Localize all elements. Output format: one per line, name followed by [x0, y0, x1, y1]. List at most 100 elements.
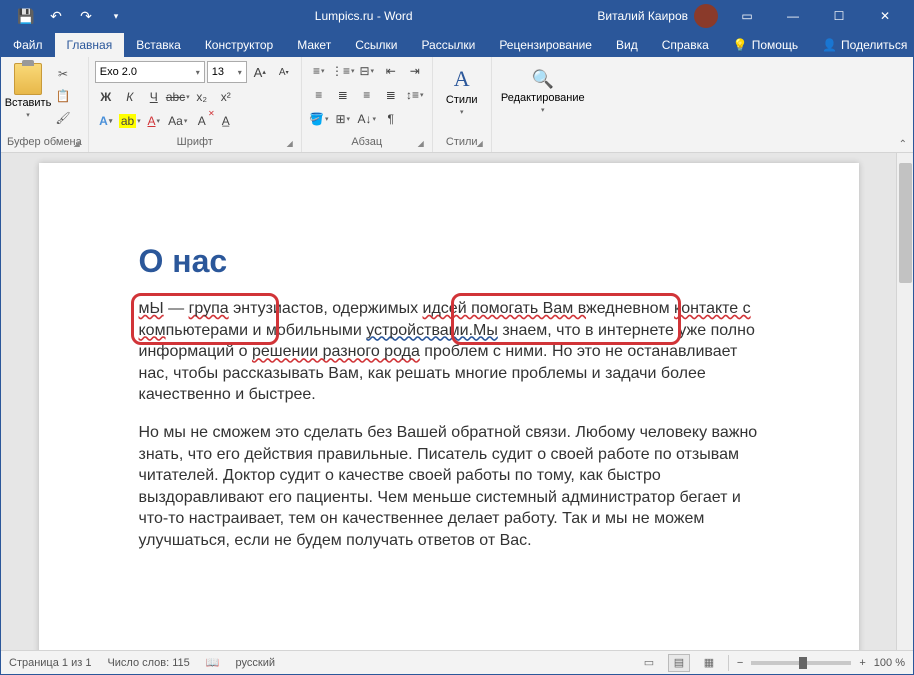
chevron-down-icon: ▾	[460, 108, 464, 116]
zoom-thumb[interactable]	[799, 657, 807, 669]
copy-icon[interactable]: 📋	[53, 87, 73, 105]
tab-home[interactable]: Главная	[55, 33, 125, 57]
share-button[interactable]: 👤Поделиться	[810, 33, 914, 57]
scrollbar-thumb[interactable]	[899, 163, 912, 283]
bold-icon[interactable]: Ж	[95, 87, 117, 107]
dialog-launcher-icon[interactable]: ◢	[477, 139, 483, 148]
tab-design[interactable]: Конструктор	[193, 33, 285, 57]
dialog-launcher-icon[interactable]: ◢	[287, 139, 293, 148]
status-word-count[interactable]: Число слов: 115	[107, 657, 189, 669]
shrink-font-icon[interactable]: A▾	[273, 62, 295, 82]
change-case-icon[interactable]: Aa	[167, 111, 189, 131]
align-right-icon[interactable]: ≡	[356, 85, 378, 105]
user-name: Виталий Каиров	[597, 9, 688, 23]
lightbulb-icon: 💡	[733, 38, 748, 52]
tab-review[interactable]: Рецензирование	[487, 33, 604, 57]
zoom-out-icon[interactable]: −	[737, 657, 743, 669]
multilevel-list-icon[interactable]: ⊟	[356, 61, 378, 81]
dialog-launcher-icon[interactable]: ◢	[74, 139, 80, 148]
show-marks-icon[interactable]: ¶	[380, 109, 402, 129]
doc-paragraph-1: мЫ — група энтузиастов, одержимых идсей …	[139, 298, 759, 406]
window-controls: — ☐ ✕	[770, 1, 908, 31]
avatar	[694, 4, 718, 28]
group-paragraph: ≡ ⋮≡ ⊟ ⇤ ⇥ ≡ ≣ ≡ ≣ ↕≡ 🪣	[302, 57, 433, 152]
format-painter-icon[interactable]: 🖌	[53, 109, 73, 127]
character-border-icon[interactable]: A̲	[215, 111, 237, 131]
text-effects-icon[interactable]: A	[95, 111, 117, 131]
vertical-scrollbar[interactable]	[896, 153, 913, 650]
chevron-down-icon: ▾	[26, 111, 30, 119]
cut-icon[interactable]: ✂	[53, 65, 73, 83]
search-icon: 🔍	[532, 69, 554, 90]
redo-icon[interactable]: ↷	[74, 4, 98, 28]
read-mode-icon[interactable]: ▭	[638, 654, 660, 672]
zoom-slider[interactable]	[751, 661, 851, 665]
group-clipboard: Вставить ▾ ✂ 📋 🖌 Буфер обмена◢	[1, 57, 89, 152]
align-center-icon[interactable]: ≣	[332, 85, 354, 105]
group-label-font: Шрифт◢	[95, 134, 295, 150]
shading-icon[interactable]: 🪣	[308, 109, 330, 129]
separator	[728, 655, 729, 671]
help-button[interactable]: 💡Помощь	[721, 33, 810, 57]
paste-button[interactable]: Вставить ▾	[7, 61, 49, 121]
doc-heading: О нас	[139, 243, 759, 280]
tab-view[interactable]: Вид	[604, 33, 650, 57]
qat-customize-icon[interactable]: ▾	[104, 4, 128, 28]
subscript-icon[interactable]: x₂	[191, 87, 213, 107]
tab-mailings[interactable]: Рассылки	[409, 33, 487, 57]
borders-icon[interactable]: ⊞	[332, 109, 354, 129]
close-icon[interactable]: ✕	[862, 1, 908, 31]
user-account[interactable]: Виталий Каиров	[591, 4, 724, 28]
clear-formatting-icon[interactable]: A✕	[191, 111, 213, 131]
sort-icon[interactable]: A↓	[356, 109, 378, 129]
ribbon-display-icon[interactable]: ▭	[724, 1, 770, 31]
styles-icon: A	[454, 66, 470, 92]
undo-icon[interactable]: ↶	[44, 4, 68, 28]
numbering-icon[interactable]: ⋮≡	[332, 61, 354, 81]
tab-file[interactable]: Файл	[1, 33, 55, 57]
italic-icon[interactable]: К	[119, 87, 141, 107]
collapse-ribbon-icon[interactable]: ⌃	[899, 139, 907, 150]
ribbon: Вставить ▾ ✂ 📋 🖌 Буфер обмена◢ Exo 2.0▾ …	[1, 57, 913, 153]
line-spacing-icon[interactable]: ↕≡	[404, 85, 426, 105]
align-left-icon[interactable]: ≡	[308, 85, 330, 105]
grow-font-icon[interactable]: A▴	[249, 62, 271, 82]
page-scroll[interactable]: О нас мЫ — група энтузиастов, одержимых …	[1, 153, 896, 650]
document-page[interactable]: О нас мЫ — група энтузиастов, одержимых …	[39, 163, 859, 650]
quick-access-toolbar: 💾 ↶ ↷ ▾	[6, 4, 136, 28]
font-name-combo[interactable]: Exo 2.0▾	[95, 61, 205, 83]
ribbon-tabs: Файл Главная Вставка Конструктор Макет С…	[1, 31, 913, 57]
superscript-icon[interactable]: x²	[215, 87, 237, 107]
zoom-level[interactable]: 100 %	[874, 657, 905, 669]
maximize-icon[interactable]: ☐	[816, 1, 862, 31]
minimize-icon[interactable]: —	[770, 1, 816, 31]
proofing-icon[interactable]: 📖	[206, 656, 220, 669]
window-title: Lumpics.ru - Word	[136, 9, 591, 23]
dialog-launcher-icon[interactable]: ◢	[418, 139, 424, 148]
font-size-combo[interactable]: 13▾	[207, 61, 247, 83]
clipboard-icon	[14, 63, 42, 95]
status-page[interactable]: Страница 1 из 1	[9, 657, 91, 669]
tab-help[interactable]: Справка	[650, 33, 721, 57]
decrease-indent-icon[interactable]: ⇤	[380, 61, 402, 81]
justify-icon[interactable]: ≣	[380, 85, 402, 105]
increase-indent-icon[interactable]: ⇥	[404, 61, 426, 81]
highlight-icon[interactable]: ab	[119, 111, 141, 131]
web-layout-icon[interactable]: ▦	[698, 654, 720, 672]
styles-button[interactable]: A Стили ▾	[439, 61, 485, 121]
status-language[interactable]: русский	[236, 657, 275, 669]
bullets-icon[interactable]: ≡	[308, 61, 330, 81]
font-color-icon[interactable]: A	[143, 111, 165, 131]
editing-button[interactable]: 🔍 Редактирование ▾	[498, 61, 588, 121]
zoom-in-icon[interactable]: +	[859, 657, 865, 669]
save-icon[interactable]: 💾	[14, 4, 38, 28]
tab-references[interactable]: Ссылки	[343, 33, 409, 57]
tab-insert[interactable]: Вставка	[124, 33, 193, 57]
strikethrough-icon[interactable]: abc	[167, 87, 189, 107]
tab-layout[interactable]: Макет	[285, 33, 343, 57]
group-label-paragraph: Абзац◢	[308, 134, 426, 150]
group-styles: A Стили ▾ Стили◢	[433, 57, 492, 152]
underline-icon[interactable]: Ч	[143, 87, 165, 107]
document-area: О нас мЫ — група энтузиастов, одержимых …	[1, 153, 913, 650]
print-layout-icon[interactable]: ▤	[668, 654, 690, 672]
